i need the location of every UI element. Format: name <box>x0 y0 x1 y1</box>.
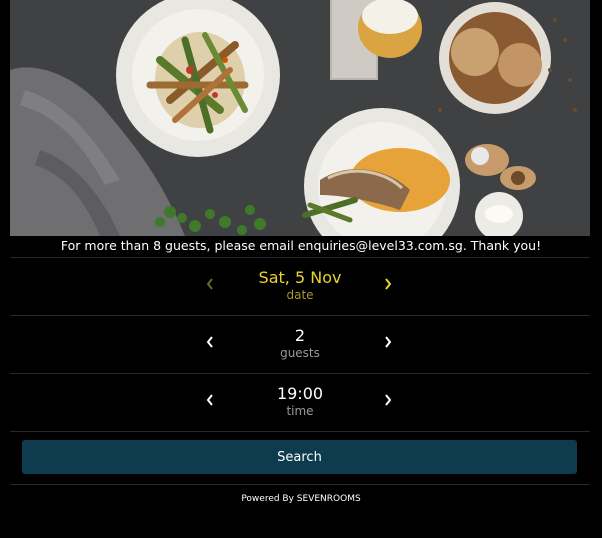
time-value: 19:00 <box>276 384 324 403</box>
time-stepper: 19:00 time <box>10 373 590 430</box>
guests-value: 2 <box>294 326 306 345</box>
time-next-button[interactable] <box>374 387 402 415</box>
chevron-right-icon <box>383 392 393 411</box>
chevron-right-icon <box>383 276 393 295</box>
divider <box>10 431 590 432</box>
search-button[interactable]: Search <box>22 440 577 474</box>
date-next-button[interactable] <box>374 271 402 299</box>
date-label: date <box>286 288 314 302</box>
hero-food-image <box>10 0 590 236</box>
large-party-notice: For more than 8 guests, please email enq… <box>60 238 542 253</box>
guests-label: guests <box>280 346 320 360</box>
powered-by-sevenrooms[interactable]: Powered By SEVENROOMS <box>0 493 602 505</box>
guests-stepper: 2 guests <box>10 315 590 372</box>
chevron-right-icon <box>383 334 393 353</box>
divider <box>10 484 590 485</box>
time-label: time <box>286 404 314 418</box>
date-stepper: Sat, 5 Nov date <box>10 257 590 314</box>
guests-next-button[interactable] <box>374 329 402 357</box>
date-value: Sat, 5 Nov <box>258 268 342 287</box>
